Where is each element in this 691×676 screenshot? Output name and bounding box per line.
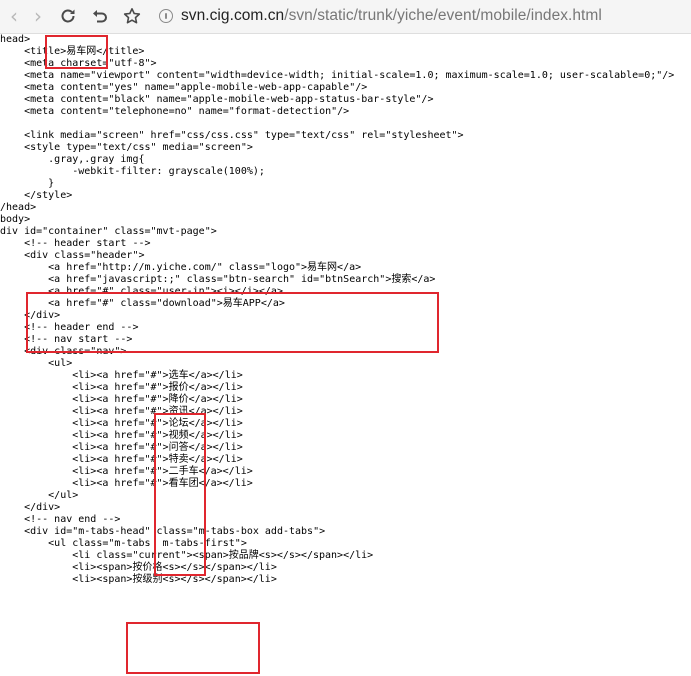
browser-toolbar: ‹ › svn.cig.com.cn/svn/static/trunk/yich… [0, 0, 691, 34]
source-line: head> [0, 34, 31, 45]
url-text: svn.cig.com.cn/svn/static/trunk/yiche/ev… [181, 7, 602, 25]
url-path: /svn/static/trunk/yiche/event/mobile/ind… [284, 7, 602, 24]
source-line: <!-- header end --> [0, 322, 139, 333]
source-line: <div class="nav"> [0, 346, 127, 357]
source-line: <a href="http://m.yiche.com/" class="log… [0, 262, 362, 273]
reload-icon[interactable] [55, 3, 81, 29]
source-line: <li><a href="#">视频</a></li> [0, 430, 243, 441]
source-line: <li class="current"><span>按品牌<s></s></sp… [0, 550, 374, 561]
source-line: <meta name="viewport" content="width=dev… [0, 70, 675, 81]
source-line: body> [0, 214, 31, 225]
source-line: <link media="screen" href="css/css.css" … [0, 130, 464, 141]
source-line: <li><a href="#">特卖</a></li> [0, 454, 243, 465]
source-line: <li><a href="#">报价</a></li> [0, 382, 243, 393]
source-line: <meta content="telephone=no" name="forma… [0, 106, 350, 117]
source-line: </ul> [0, 490, 79, 501]
source-line: </style> [0, 190, 73, 201]
source-line: -webkit-filter: grayscale(100%); [0, 166, 265, 177]
source-line: <li><a href="#">二手车</a></li> [0, 466, 253, 477]
source-line: <li><a href="#">降价</a></li> [0, 394, 243, 405]
url-host: svn.cig.com.cn [181, 7, 285, 24]
source-line: </div> [0, 310, 61, 321]
source-line: <ul class="m-tabs m-tabs-first"> [0, 538, 247, 549]
bookmark-star-icon[interactable] [119, 3, 145, 29]
source-line: .gray,.gray img{ [0, 154, 145, 165]
source-line: <a href="#" class="user-in"><i></i></a> [0, 286, 283, 297]
source-line: </div> [0, 502, 61, 513]
address-bar[interactable]: svn.cig.com.cn/svn/static/trunk/yiche/ev… [153, 3, 685, 29]
source-line: <li><a href="#">问答</a></li> [0, 442, 243, 453]
source-line: <meta content="yes" name="apple-mobile-w… [0, 82, 368, 93]
site-info-icon[interactable] [159, 9, 173, 23]
source-view: head> <title>易车网</title> <meta charset="… [0, 34, 691, 676]
source-line: <div class="header"> [0, 250, 145, 261]
source-line: <li><a href="#">选车</a></li> [0, 370, 243, 381]
source-line: <a href="javascript:;" class="btn-search… [0, 274, 436, 285]
source-line: <!-- header start --> [0, 238, 151, 249]
source-line: <li><a href="#">论坛</a></li> [0, 418, 243, 429]
source-line: <!-- nav start --> [0, 334, 133, 345]
source-line: <li><a href="#">看车团</a></li> [0, 478, 253, 489]
source-line: <!-- nav end --> [0, 514, 121, 525]
source-line: <ul> [0, 358, 73, 369]
source-line: <style type="text/css" media="screen"> [0, 142, 253, 153]
source-line: <li><span>按级别<s></s></span></li> [0, 574, 277, 585]
source-line: div id="container" class="mvt-page"> [0, 226, 217, 237]
source-line: <div id="m-tabs-head" class="m-tabs-box … [0, 526, 326, 537]
source-line: } [0, 178, 55, 189]
back-icon[interactable]: ‹ [1, 3, 27, 29]
source-line: <li><a href="#">资讯</a></li> [0, 406, 243, 417]
source-line: /head> [0, 202, 37, 213]
source-line: <title>易车网</title> [0, 46, 145, 57]
undo-icon[interactable] [87, 3, 113, 29]
source-line: <a href="#" class="download">易车APP</a> [0, 298, 285, 309]
forward-icon[interactable]: › [25, 3, 51, 29]
source-line: <meta content="black" name="apple-mobile… [0, 94, 434, 105]
source-line: <li><span>按价格<s></s></span></li> [0, 562, 277, 573]
source-line: <meta charset="utf-8"> [0, 58, 157, 69]
